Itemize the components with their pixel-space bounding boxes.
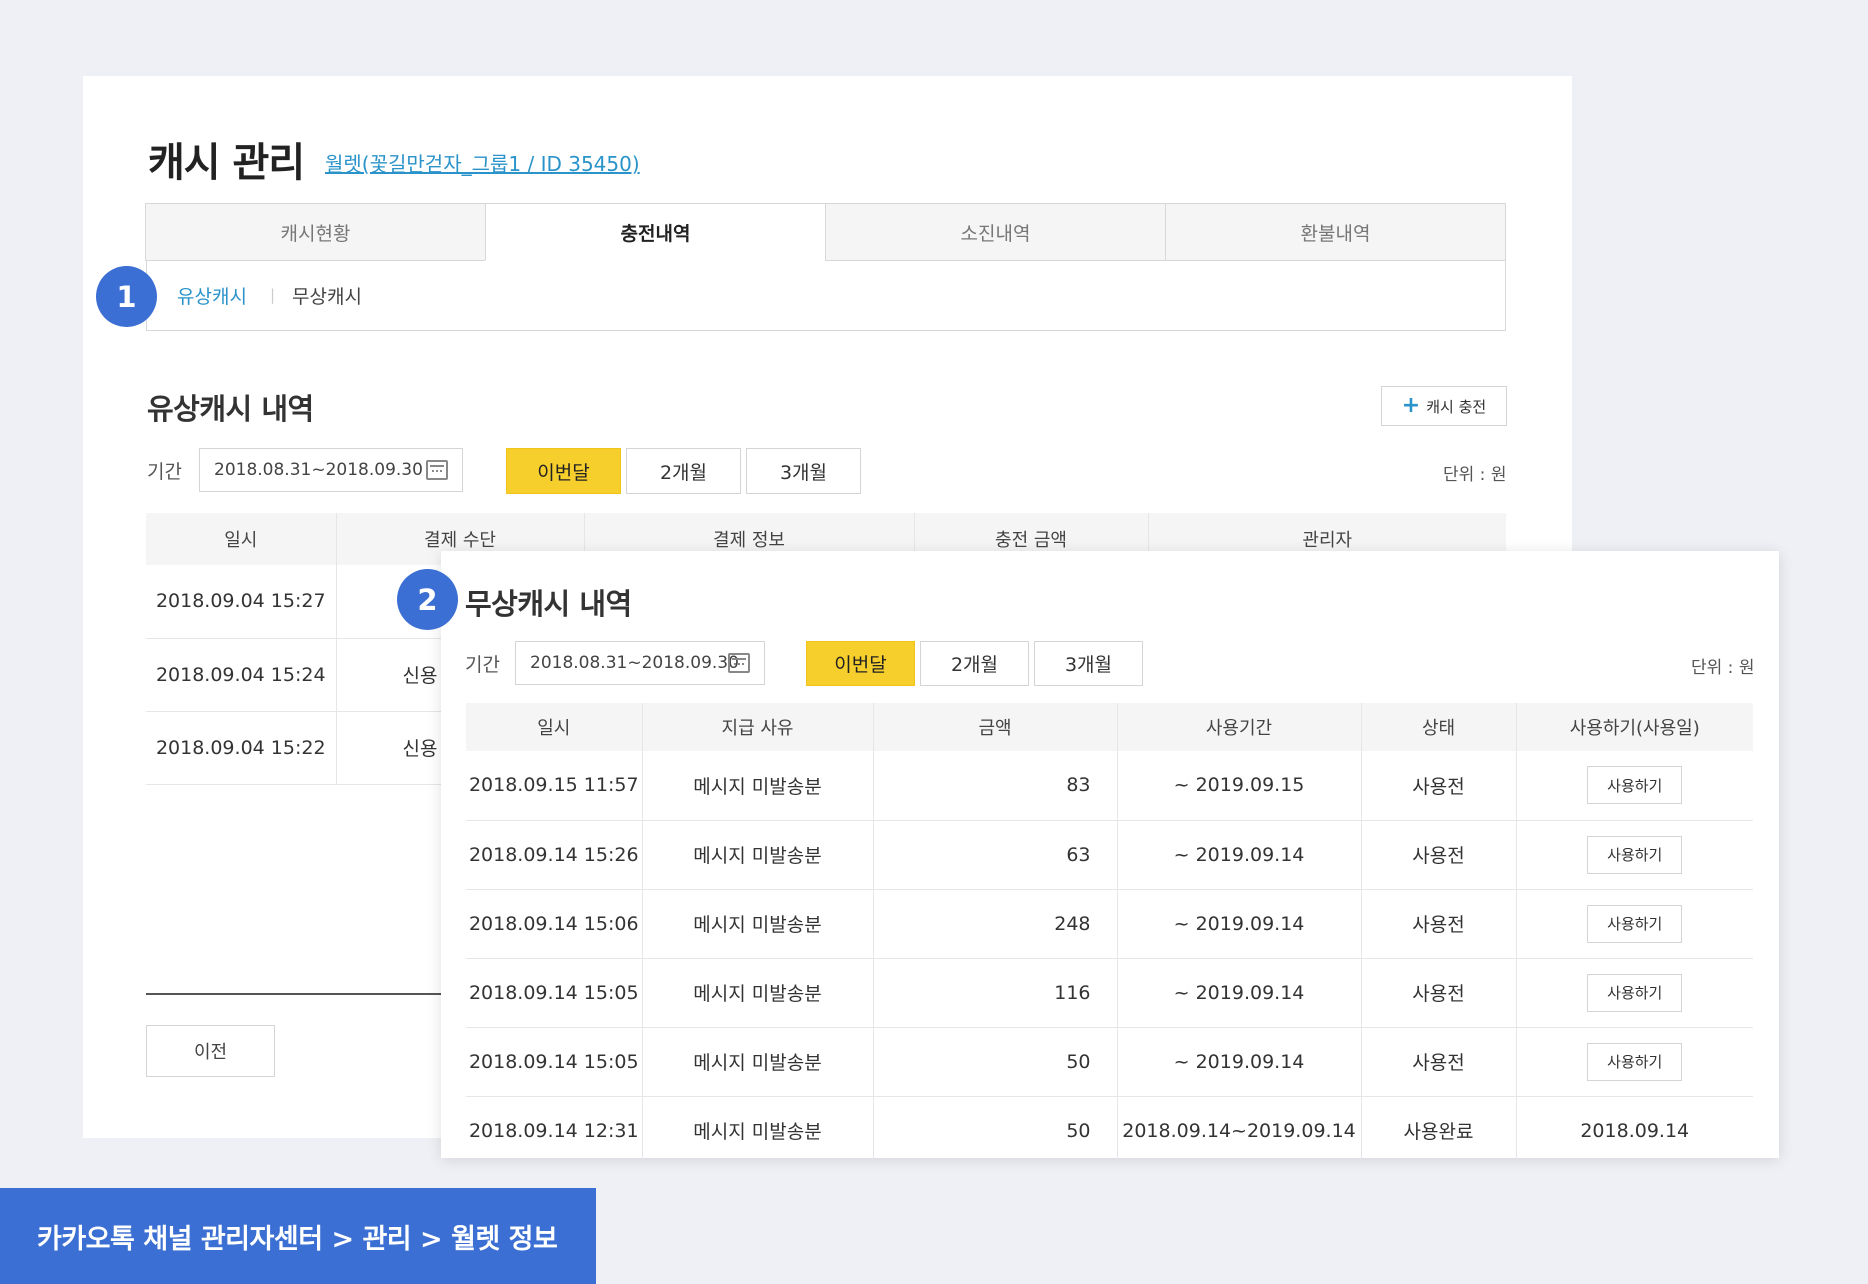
tab-cash-status[interactable]: 캐시현황 — [145, 203, 486, 261]
unit-label: 단위 : 원 — [1443, 465, 1507, 485]
period-label: 기간 — [147, 461, 182, 483]
plus-icon: + — [1401, 393, 1421, 418]
table-header-row: 일시 지급 사유 금액 사용기간 상태 사용하기(사용일) — [466, 703, 1753, 751]
paid-section-title: 유상캐시 내역 — [147, 392, 314, 426]
cell-datetime: 2018.09.14 15:26 — [466, 820, 642, 890]
period-this-month-button[interactable]: 이번달 — [806, 641, 915, 686]
breadcrumb-text: 카카오톡 채널 관리자센터 > 관리 > 월렛 정보 — [37, 1223, 558, 1255]
free-cash-table: 일시 지급 사유 금액 사용기간 상태 사용하기(사용일) 2018.09.15… — [466, 703, 1753, 1165]
cell-datetime: 2018.09.14 12:31 — [468, 1119, 639, 1142]
cell-status: 사용전 — [1360, 1027, 1516, 1097]
cell-amount: 63 — [872, 820, 1117, 890]
table-row: 2018.09.14 15:26 메시지 미발송분 63 ~ 2019.09.14 사용… — [466, 820, 1753, 890]
cell-validity: ~ 2019.09.14 — [1116, 958, 1361, 1028]
cell-status: 사용전 — [1360, 820, 1516, 890]
use-button[interactable]: 사용하기 — [1587, 835, 1683, 874]
table-row: 2018.09.14 15:05 메시지 미발송분 116 ~ 2019.09.14 사… — [466, 958, 1753, 1028]
period-this-month-button[interactable]: 이번달 — [506, 448, 621, 494]
cell-validity: ~ 2019.09.14 — [1116, 1027, 1361, 1097]
cell-use: 사용하기 — [1515, 889, 1753, 959]
charge-cash-button[interactable]: + 캐시 충전 — [1381, 386, 1507, 426]
table-footer-divider — [146, 993, 446, 995]
cell-status: 사용전 — [1360, 889, 1516, 959]
cell-status: 사용완료 — [1360, 1096, 1516, 1165]
table-row: 2018.09.14 15:05 메시지 미발송분 50 ~ 2019.09.14 사용… — [466, 1027, 1753, 1097]
cell-datetime: 2018.09.14 15:06 — [466, 889, 642, 959]
date-range-field[interactable]: 2018.08.31~2018.09.30 — [515, 641, 765, 685]
period-3-months-button[interactable]: 3개월 — [746, 448, 861, 494]
subtab-separator: | — [270, 286, 276, 304]
cell-amount: 116 — [872, 958, 1117, 1028]
cell-reason: 메시지 미발송분 — [641, 820, 873, 890]
col-use: 사용하기(사용일) — [1515, 703, 1753, 751]
col-reason: 지급 사유 — [641, 703, 873, 751]
cell-amount: 83 — [872, 751, 1117, 821]
calendar-icon[interactable] — [426, 460, 448, 480]
page-title: 캐시 관리 — [148, 140, 305, 186]
cell-status: 사용전 — [1360, 958, 1516, 1028]
cell-validity: ~ 2019.09.15 — [1116, 751, 1361, 821]
subtab-free-cash[interactable]: 무상캐시 — [292, 282, 362, 309]
cell-use: 사용하기 — [1515, 820, 1753, 890]
period-3-months-button[interactable]: 3개월 — [1034, 641, 1143, 686]
col-amount: 금액 — [872, 703, 1117, 751]
free-section-title: 무상캐시 내역 — [465, 587, 632, 621]
marker-2: 2 — [397, 569, 458, 630]
col-validity: 사용기간 — [1116, 703, 1361, 751]
cell-validity: 2018.09.14~2019.09.14 — [1116, 1096, 1361, 1165]
cell-amount: 50 — [872, 1096, 1117, 1165]
cell-reason: 메시지 미발송분 — [641, 751, 873, 821]
col-status: 상태 — [1360, 703, 1516, 751]
tab-charge-history[interactable]: 충전내역 — [485, 203, 826, 261]
tab-usage-history[interactable]: 소진내역 — [825, 203, 1166, 261]
breadcrumb-banner: 카카오톡 채널 관리자센터 > 관리 > 월렛 정보 — [0, 1188, 596, 1284]
free-cash-card: 무상캐시 내역 기간 2018.08.31~2018.09.30 이번달 2개월… — [441, 551, 1779, 1165]
tab-bar: 캐시현황 충전내역 소진내역 환불내역 — [145, 203, 1506, 261]
col-datetime: 일시 — [466, 703, 642, 751]
subtab-paid-cash[interactable]: 유상캐시 — [177, 282, 247, 309]
cell-use: 사용하기 — [1515, 751, 1753, 821]
cell-use: 2018.09.14 — [1515, 1096, 1753, 1165]
cell-status: 사용전 — [1360, 751, 1516, 821]
use-button[interactable]: 사용하기 — [1587, 766, 1683, 805]
cell-amount: 248 — [872, 889, 1117, 959]
use-button[interactable]: 사용하기 — [1587, 1042, 1683, 1081]
table-row: 2018.09.15 11:57 메시지 미발송분 83 ~ 2019.09.15 사용… — [466, 751, 1753, 821]
cell-amount: 50 — [872, 1027, 1117, 1097]
cell-datetime: 2018.09.14 15:05 — [466, 1027, 642, 1097]
use-button[interactable]: 사용하기 — [1587, 973, 1683, 1012]
cell-reason: 메시지 미발송분 — [641, 1096, 873, 1165]
cell-use: 사용하기 — [1515, 958, 1753, 1028]
date-range-value: 2018.08.31~2018.09.30 — [214, 460, 423, 480]
marker-1: 1 — [96, 266, 157, 327]
tab-refund-history[interactable]: 환불내역 — [1165, 203, 1506, 261]
cell-reason: 메시지 미발송분 — [641, 889, 873, 959]
unit-label: 단위 : 원 — [1691, 658, 1755, 678]
wallet-link[interactable]: 월렛(꽃길만걷자_그룹1 / ID 35450) — [325, 148, 640, 177]
subtab-box: 유상캐시 | 무상캐시 — [146, 260, 1506, 331]
charge-cash-label: 캐시 충전 — [1426, 397, 1487, 416]
cell-validity: ~ 2019.09.14 — [1116, 889, 1361, 959]
table-row: 2018.09.14 12:31 메시지 미발송분 50 2018.09.14~201… — [466, 1096, 1753, 1165]
cell-datetime: 2018.09.04 15:24 — [146, 638, 336, 712]
date-range-value: 2018.08.31~2018.09.30 — [530, 653, 739, 673]
period-label: 기간 — [465, 654, 500, 676]
cell-reason: 메시지 미발송분 — [641, 1027, 873, 1097]
cell-validity: ~ 2019.09.14 — [1116, 820, 1361, 890]
cell-reason: 메시지 미발송분 — [641, 958, 873, 1028]
period-2-months-button[interactable]: 2개월 — [920, 641, 1029, 686]
date-range-field[interactable]: 2018.08.31~2018.09.30 — [199, 448, 463, 492]
cell-datetime: 2018.09.04 15:22 — [146, 711, 336, 785]
cell-datetime: 2018.09.15 11:57 — [466, 751, 642, 821]
use-button[interactable]: 사용하기 — [1587, 904, 1683, 943]
calendar-icon[interactable] — [728, 653, 750, 673]
col-datetime: 일시 — [146, 513, 336, 565]
cell-datetime: 2018.09.04 15:27 — [146, 565, 336, 639]
cell-datetime: 2018.09.14 15:05 — [466, 958, 642, 1028]
table-row: 2018.09.14 15:06 메시지 미발송분 248 ~ 2019.09.14 사… — [466, 889, 1753, 959]
period-2-months-button[interactable]: 2개월 — [626, 448, 741, 494]
cell-use: 사용하기 — [1515, 1027, 1753, 1097]
prev-button[interactable]: 이전 — [146, 1025, 275, 1077]
